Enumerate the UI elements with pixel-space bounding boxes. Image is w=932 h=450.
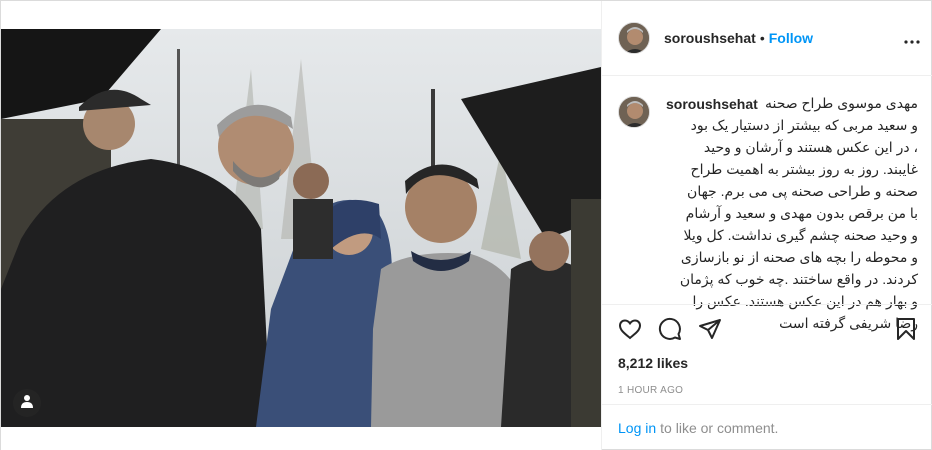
heart-icon[interactable] [618, 317, 642, 341]
post-caption: soroushsehat مهدی موسوی طراح صحنه و سعید… [602, 76, 932, 331]
more-options-button[interactable] [904, 29, 920, 47]
user-tag-icon [21, 394, 33, 413]
header-username[interactable]: soroushsehat [664, 30, 756, 46]
user-tag-button[interactable] [13, 389, 41, 417]
avatar[interactable] [618, 22, 650, 54]
instagram-post: soroushsehat • Follow soroushsehat مهدی … [0, 0, 932, 450]
bookmark-icon[interactable] [894, 317, 918, 341]
post-actions: 8,212 likes 1 hour ago [602, 304, 932, 404]
action-icons [618, 305, 918, 353]
login-prompt-text: to like or comment. [660, 420, 779, 436]
more-horizontal-icon [904, 28, 920, 48]
follow-button[interactable]: Follow [769, 30, 813, 46]
likes-count[interactable]: 8,212 likes [618, 355, 918, 371]
share-icon[interactable] [698, 317, 722, 341]
login-link[interactable]: Log in [618, 420, 656, 436]
caption-body: soroushsehat مهدی موسوی طراح صحنه و سعید… [666, 95, 918, 331]
post-side-panel: soroushsehat • Follow soroushsehat مهدی … [601, 1, 932, 450]
post-media [1, 1, 601, 450]
post-photo[interactable] [1, 29, 601, 427]
comment-icon[interactable] [658, 317, 682, 341]
caption-text: مهدی موسوی طراح صحنه و سعید مربی که بیشت… [679, 95, 918, 331]
caption-avatar[interactable] [618, 96, 650, 128]
post-timestamp[interactable]: 1 hour ago [618, 385, 918, 396]
separator-dot: • [759, 30, 765, 46]
post-header: soroushsehat • Follow [602, 1, 932, 76]
login-prompt: Log in to like or comment. [602, 404, 932, 450]
